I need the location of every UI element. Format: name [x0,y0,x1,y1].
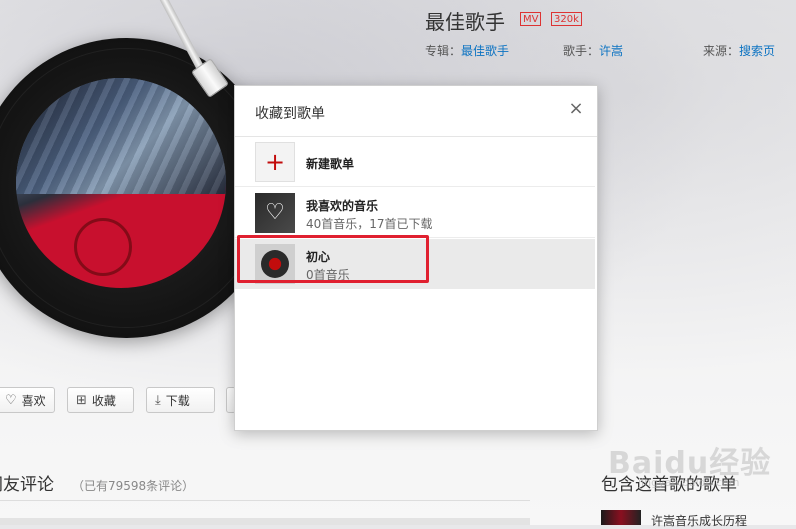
collect-button[interactable]: ⊞ 收藏 [67,387,134,413]
related-playlist-thumb[interactable] [601,510,641,525]
new-playlist-label: 新建歌单 [306,157,355,171]
heart-icon: ♡ [5,392,17,408]
singer-meta: 歌手：许嵩 [563,42,623,59]
download-button[interactable]: ⤓ 下载 [146,387,215,413]
new-playlist-row[interactable]: + 新建歌单 [235,137,595,187]
heart-icon: ♡ [265,200,285,225]
comments-title: 网友评论 [0,475,54,495]
playlist-thumb [255,244,295,284]
close-icon[interactable]: × [567,100,585,118]
dialog-header: 收藏到歌单 × [235,86,597,137]
playlist-row-chuxin[interactable]: 初心 0首音乐 [235,239,595,289]
plus-icon: + [264,148,286,176]
download-label: 下载 [165,393,190,408]
dialog-title: 收藏到歌单 [255,106,325,122]
disc-icon [261,250,289,278]
new-playlist-thumb: + [255,142,295,182]
album-link[interactable]: 最佳歌手 [461,44,509,58]
playlist-row-favorites[interactable]: ♡ 我喜欢的音乐 40首音乐，17首已下载 [235,188,595,238]
source-link[interactable]: 搜索页 [739,44,775,58]
album-cover-photo [16,78,226,194]
singer-link[interactable]: 许嵩 [599,44,623,58]
album-seal-stamp [74,218,132,276]
playlist-name: 我喜欢的音乐 [306,199,379,213]
singer-label: 歌手： [563,44,600,58]
download-icon: ⤓ [155,392,161,408]
comment-input-area[interactable] [0,518,530,525]
comments-divider [0,500,530,501]
quality-badge: 320k [551,12,582,26]
favorites-thumb: ♡ [255,193,295,233]
collect-to-playlist-dialog: 收藏到歌单 × + 新建歌单 ♡ 我喜欢的音乐 40首音乐，17首已下载 初心 … [234,85,598,431]
related-playlist-name[interactable]: 许嵩音乐成长历程 [651,512,747,529]
like-button[interactable]: ♡ 喜欢 [0,387,55,413]
collect-label: 收藏 [91,393,116,408]
playlist-count: 0首音乐 [306,268,350,282]
album-meta: 专辑：最佳歌手 [425,42,509,59]
playlist-count: 40首音乐，17首已下载 [306,217,433,231]
playlist-name: 初心 [306,250,331,264]
song-title: 最佳歌手 [425,10,505,34]
source-meta: 来源：搜索页 [703,42,775,59]
album-label: 专辑： [425,44,462,58]
watermark-url: jingyan.baidu.com [638,476,740,489]
album-cover [16,78,226,288]
mv-badge[interactable]: MV [520,12,542,26]
comments-count: （已有79598条评论） [72,479,195,493]
source-label: 来源： [703,44,740,58]
add-folder-icon: ⊞ [76,392,87,408]
like-label: 喜欢 [21,393,46,408]
